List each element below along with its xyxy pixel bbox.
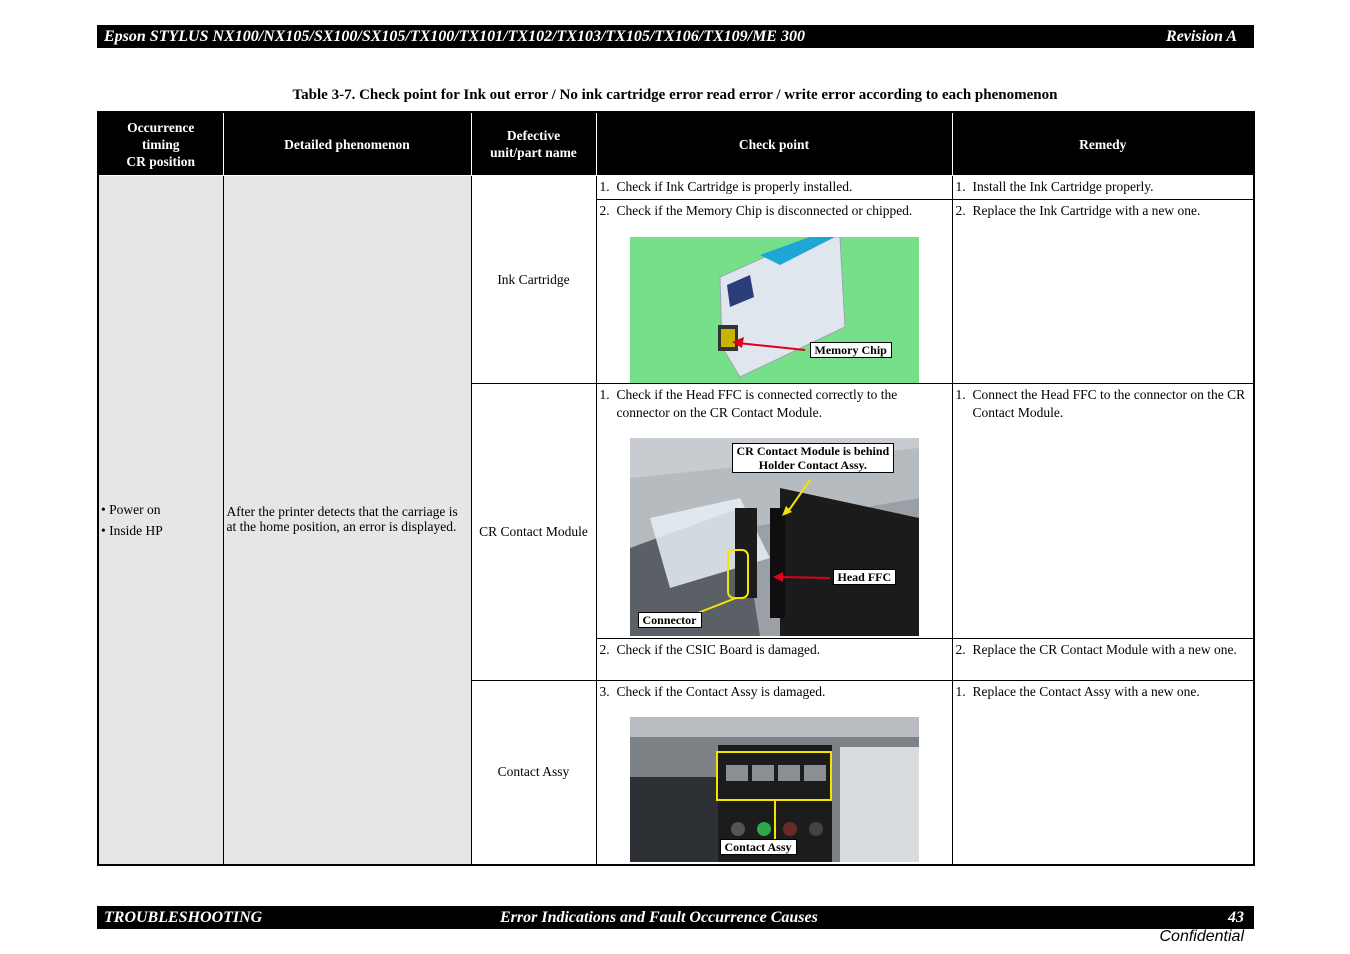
check-cell: 2. Check if the CSIC Board is damaged. [595,638,953,681]
check-text: Check if the Head FFC is connected corre… [616,387,898,420]
col-defective-line1: Defective [506,128,561,143]
confidential-mark: Confidential [1159,928,1245,945]
check-number: 3. [599,684,610,699]
phenomenon-text: After the printer detects that the carri… [226,504,458,534]
occurrence-item: • Inside HP [101,522,163,538]
page-number: 43 [1228,909,1244,926]
check-text: Check if the CSIC Board is damaged. [616,642,821,657]
remedy-number: 1. [955,684,966,699]
remedy-text: Replace the Contact Assy with a new one. [972,684,1200,699]
col-occurrence: Occurrence timing CR position [97,111,224,176]
check-cell: 3. Check if the Contact Assy is damaged. [595,680,953,865]
header-revision: Revision A [1166,28,1237,45]
ink-cartridge-image [629,237,919,383]
cr-behind-line1: CR Contact Module is behind [736,444,890,458]
page-footer: TROUBLESHOOTING Error Indications and Fa… [97,906,1254,929]
remedy-cell: 1. Install the Ink Cartridge properly. [951,175,1255,200]
check-text: Check if the Contact Assy is damaged. [616,684,826,699]
remedy-cell: 2. Replace the CR Contact Module with a n… [951,638,1255,681]
remedy-text: Replace the CR Contact Module with a new… [972,642,1237,657]
cr-behind-line2: Holder Contact Assy. [758,458,867,472]
col-remedy: Remedy [951,111,1255,176]
col-defective: Defective unit/part name [470,111,597,176]
phenomenon-cell: After the printer detects that the carri… [222,175,472,865]
footer-section: TROUBLESHOOTING [104,909,263,926]
check-cell: 1. Check if Ink Cartridge is properly ins… [595,175,953,200]
check-text: Check if Ink Cartridge is properly insta… [616,179,853,194]
check-point-table: Occurrence timing CR position Detailed p… [97,111,1255,866]
table-caption: Table 3-7. Check point for Ink out error… [292,87,1058,103]
col-occurrence-line1: Occurrence [127,119,195,135]
col-occurrence-line2: timing [141,136,180,152]
occurrence-cell: • Power on • Inside HP [97,175,224,865]
remedy-text: Replace the Ink Cartridge with a new one… [972,203,1201,218]
header-title: Epson STYLUS NX100/NX105/SX100/SX105/TX1… [104,28,805,45]
occurrence-item: • Power on [101,501,161,517]
col-occurrence-line3: CR position [126,153,196,169]
contact-assy-photo: Contact Assy [629,717,919,862]
table-header-row: Occurrence timing CR position Detailed p… [97,111,1255,176]
unit-ink-cartridge: Ink Cartridge [470,175,597,384]
page-header: Epson STYLUS NX100/NX105/SX100/SX105/TX1… [97,25,1254,48]
table-row: • Power on • Inside HP After the printer… [97,175,1255,865]
remedy-text: Install the Ink Cartridge properly. [972,179,1154,194]
remedy-number: 1. [955,179,966,194]
remedy-cell: 1. Replace the Contact Assy with a new on… [951,680,1255,865]
check-cell: 2. Check if the Memory Chip is disconnect… [595,199,953,384]
memory-chip-label: Memory Chip [809,342,892,358]
check-number: 1. [599,387,610,402]
check-text: Check if the Memory Chip is disconnected… [616,203,913,218]
contact-assy-label: Contact Assy [719,839,797,855]
connector-label: Connector [637,612,702,628]
occurrence-list: • Power on • Inside HP [99,499,223,541]
remedy-number: 1. [955,387,966,402]
cr-contact-photo: CR Contact Module is behind Holder Conta… [629,438,919,636]
col-check: Check point [595,111,953,176]
head-ffc-label: Head FFC [832,569,897,585]
remedy-number: 2. [955,203,966,218]
unit-cr-contact-module: CR Contact Module [470,383,597,681]
check-cell: 1. Check if the Head FFC is connected cor… [595,383,953,639]
remedy-cell: 1. Connect the Head FFC to the connector … [951,383,1255,639]
cr-behind-label: CR Contact Module is behind Holder Conta… [731,443,895,473]
col-defective-line2: unit/part name [490,145,577,160]
check-number: 2. [599,203,610,218]
unit-contact-assy: Contact Assy [470,680,597,865]
remedy-text: Connect the Head FFC to the connector on… [972,387,1246,420]
check-number: 2. [599,642,610,657]
col-detailed: Detailed phenomenon [222,111,472,176]
remedy-cell: 2. Replace the Ink Cartridge with a new o… [951,199,1255,384]
footer-title: Error Indications and Fault Occurrence C… [500,909,818,926]
check-number: 1. [599,179,610,194]
remedy-number: 2. [955,642,966,657]
memory-chip-photo: Memory Chip [629,237,919,383]
